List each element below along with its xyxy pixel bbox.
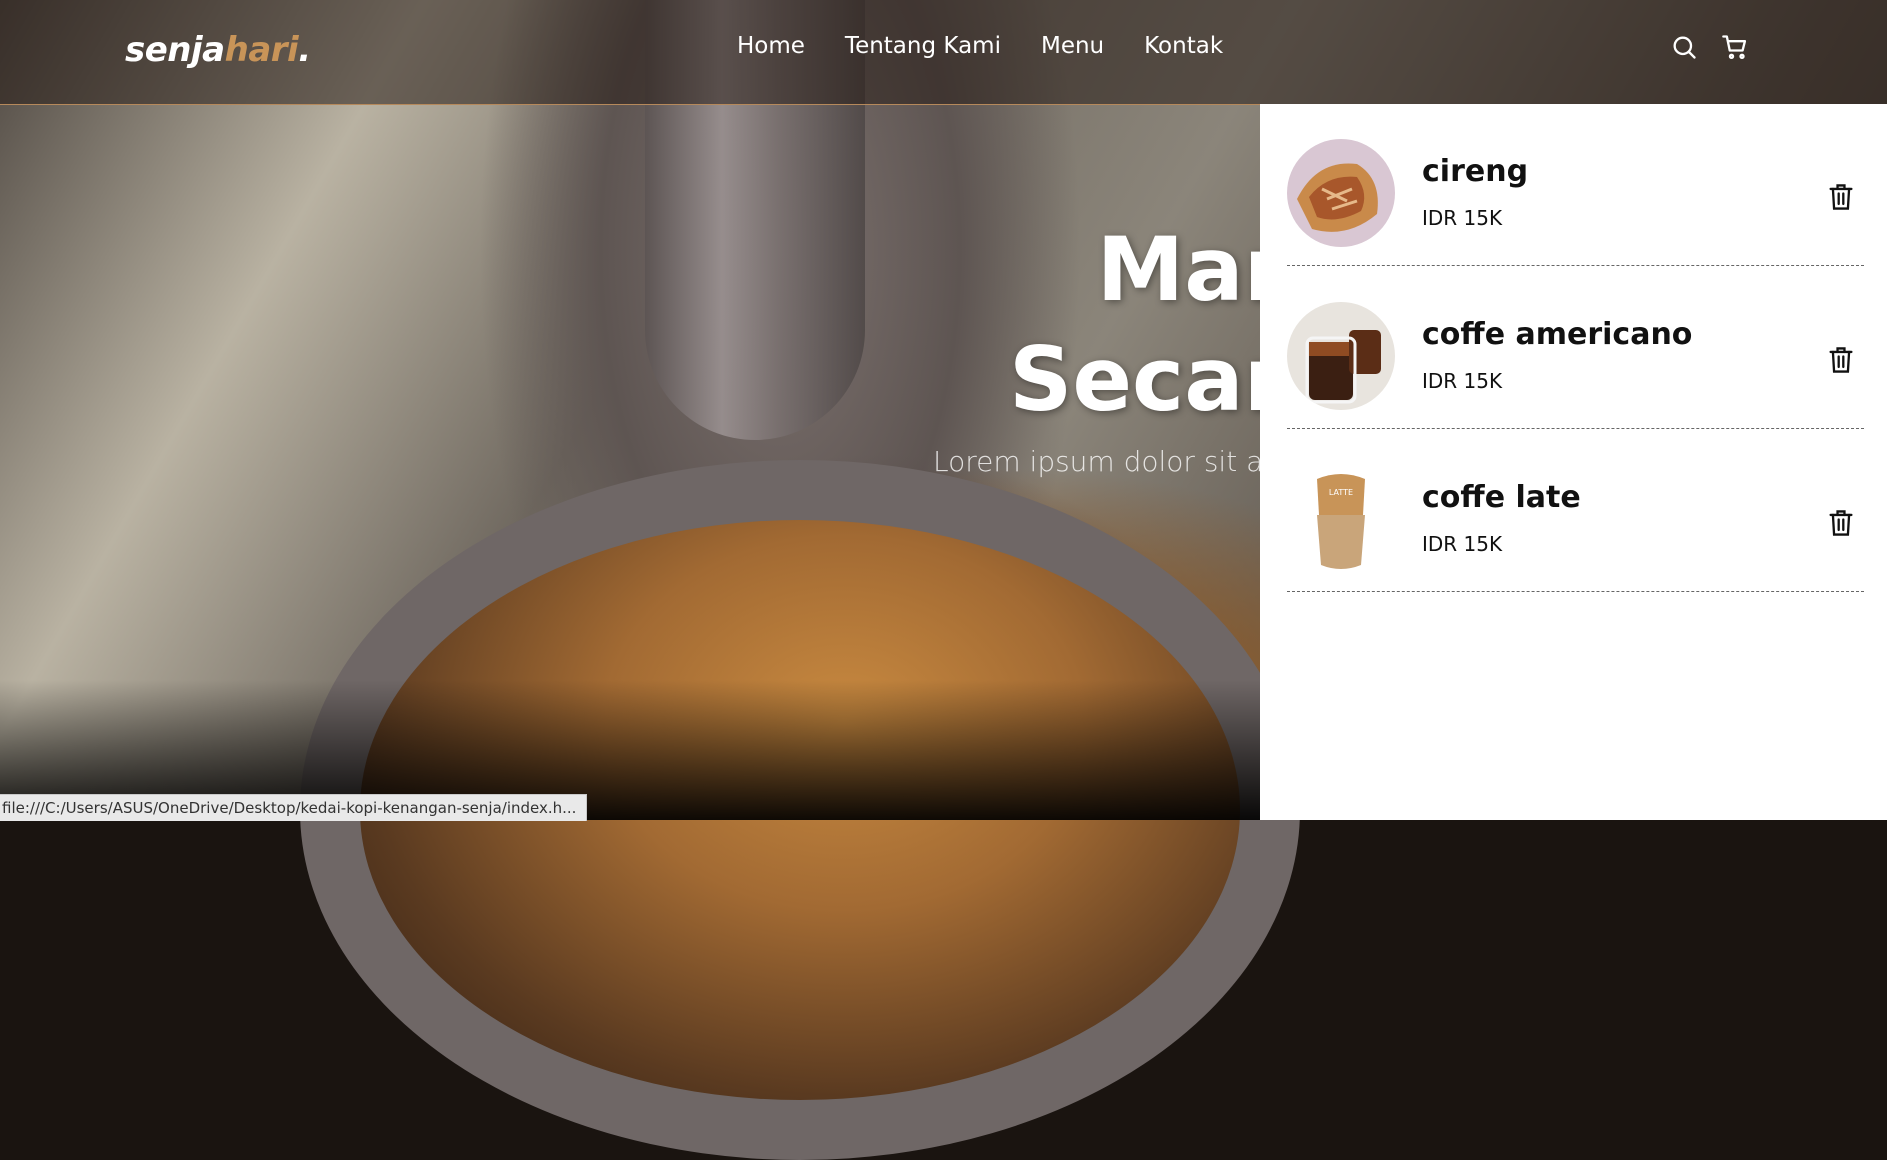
logo-dot: .	[298, 30, 311, 70]
svg-text:LATTE: LATTE	[1329, 488, 1353, 497]
cart-item-price: IDR 15K	[1422, 532, 1503, 556]
navbar: senjahari. Home Tentang Kami Menu Kontak	[0, 0, 1887, 105]
cart-item-image-cireng	[1287, 139, 1395, 247]
cart-icon[interactable]	[1720, 33, 1748, 61]
cart-item: coffe americano IDR 15K	[1287, 267, 1864, 429]
nav-link-tentang-kami[interactable]: Tentang Kami	[845, 33, 1001, 59]
logo-accent: hari	[224, 30, 299, 70]
nav-icons	[1670, 33, 1748, 61]
browser-status-bar: file:///C:/Users/ASUS/OneDrive/Desktop/k…	[0, 794, 588, 821]
nav-link-home[interactable]: Home	[737, 33, 805, 59]
cart-item: cireng IDR 15K	[1287, 104, 1864, 266]
nav-link-menu[interactable]: Menu	[1041, 33, 1104, 59]
trash-icon[interactable]	[1827, 508, 1855, 538]
hero-title: Mar Secar	[387, 215, 1287, 435]
shopping-cart-panel: cireng IDR 15K coffe americano IDR 15K L…	[1260, 104, 1887, 820]
logo[interactable]: senjahari.	[125, 30, 311, 70]
cart-item-image-coffe-americano	[1287, 302, 1395, 410]
cart-item-price: IDR 15K	[1422, 206, 1503, 230]
hero-title-line-1: Mar	[1096, 218, 1287, 321]
cart-item-image-coffe-late: LATTE	[1287, 465, 1395, 573]
nav-link-kontak[interactable]: Kontak	[1144, 33, 1223, 59]
search-icon[interactable]	[1670, 33, 1698, 61]
cart-item-name: coffe americano	[1422, 317, 1693, 352]
cart-item: LATTE coffe late IDR 15K	[1287, 430, 1864, 592]
cart-item-name: cireng	[1422, 154, 1529, 189]
cart-item-price: IDR 15K	[1422, 369, 1503, 393]
hero-subtitle: Lorem ipsum dolor sit a	[933, 445, 1264, 478]
trash-icon[interactable]	[1827, 345, 1855, 375]
nav-links: Home Tentang Kami Menu Kontak	[737, 33, 1223, 59]
trash-icon[interactable]	[1827, 182, 1855, 212]
cart-item-name: coffe late	[1422, 480, 1581, 515]
hero-title-line-2: Secar	[1008, 328, 1287, 431]
logo-main: senja	[125, 30, 225, 70]
